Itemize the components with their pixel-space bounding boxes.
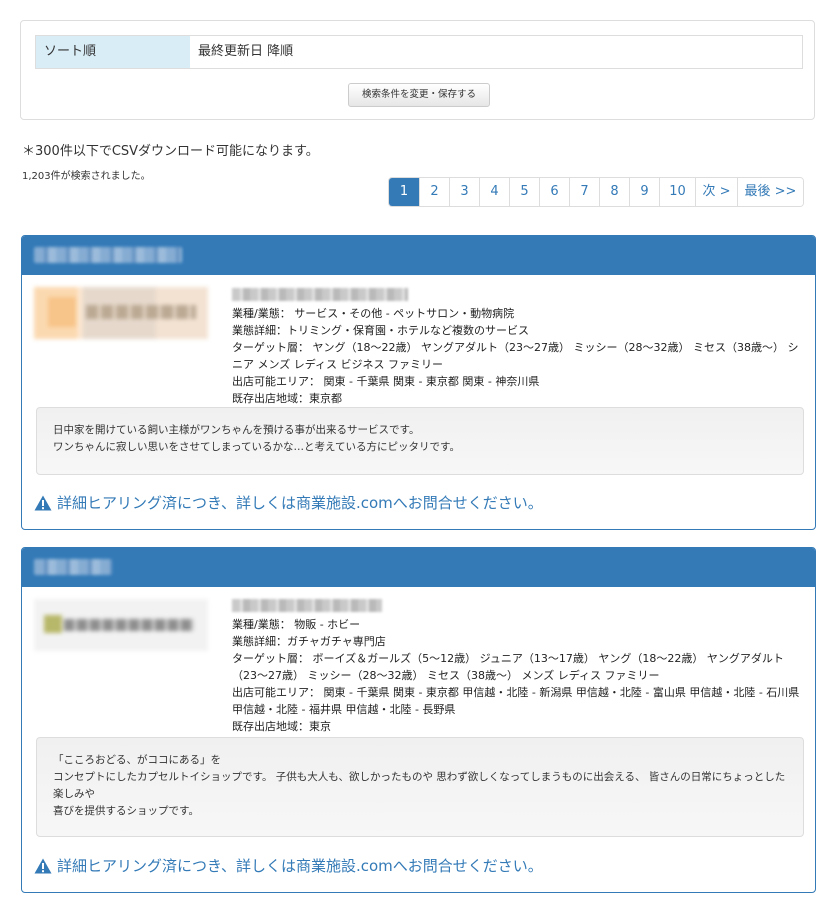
company-name-blurred	[232, 599, 382, 612]
listing-card: 業種/業態： 物販 - ホビー 業態詳細：ガチャガチャ専門店 ターゲット層： ボ…	[21, 547, 816, 893]
listing-card: 業種/業態： サービス・その他 - ペットサロン・動物病院 業態詳細：トリミング…	[21, 235, 816, 530]
company-name-blurred	[232, 288, 408, 301]
listing-title-blurred[interactable]	[34, 247, 182, 263]
target-line: ターゲット層： ヤング（18〜22歳） ヤングアダルト（23〜27歳） ミッシー…	[232, 341, 799, 371]
search-condition-panel: ソート順 最終更新日 降順 検索条件を変更・保存する	[20, 20, 815, 120]
detail-line: 業態詳細：トリミング・保育園・ホテルなど複数のサービス	[232, 324, 529, 337]
listing-header[interactable]	[22, 548, 815, 587]
page-4[interactable]: 4	[479, 178, 509, 206]
page-1[interactable]: 1	[389, 178, 419, 206]
listing-info: 業種/業態： サービス・その他 - ペットサロン・動物病院 業態詳細：トリミング…	[232, 288, 800, 407]
listing-header[interactable]	[22, 236, 815, 275]
page-3[interactable]: 3	[449, 178, 479, 206]
sort-label: ソート順	[36, 36, 190, 68]
result-count: 1,203件が検索されました。	[22, 171, 151, 182]
industry-line: 業種/業態： 物販 - ホビー	[232, 618, 361, 631]
page-last[interactable]: 最後 >>	[737, 178, 803, 206]
change-save-condition-button[interactable]: 検索条件を変更・保存する	[348, 83, 490, 107]
warning-icon	[34, 495, 52, 510]
page-10[interactable]: 10	[659, 178, 695, 206]
description-line: 日中家を開けている飼い主様がワンちゃんを預ける事が出来るサービスです。	[53, 424, 420, 436]
page-6[interactable]: 6	[539, 178, 569, 206]
page-8[interactable]: 8	[599, 178, 629, 206]
industry-line: 業種/業態： サービス・その他 - ペットサロン・動物病院	[232, 307, 515, 320]
page-2[interactable]: 2	[419, 178, 449, 206]
brand-logo	[34, 599, 208, 651]
page-5[interactable]: 5	[509, 178, 539, 206]
description-line: 「こころおどる、がココにある」を	[53, 754, 221, 766]
listing-description: 日中家を開けている飼い主様がワンちゃんを預ける事が出来るサービスです。 ワンちゃ…	[36, 407, 804, 475]
area-line: 出店可能エリア： 関東 - 千葉県 関東 - 東京都 甲信越・北陸 - 新潟県 …	[232, 686, 800, 716]
sort-row: ソート順 最終更新日 降順	[35, 35, 803, 69]
pagination: 1 2 3 4 5 6 7 8 9 10 次 > 最後 >>	[388, 177, 804, 207]
listing-info: 業種/業態： 物販 - ホビー 業態詳細：ガチャガチャ専門店 ターゲット層： ボ…	[232, 599, 800, 735]
page-7[interactable]: 7	[569, 178, 599, 206]
detail-line: 業態詳細：ガチャガチャ専門店	[232, 635, 386, 648]
contact-link[interactable]: 詳細ヒアリング済につき、詳しくは商業施設.comへお問合せください。	[34, 855, 543, 876]
existing-area-line: 既存出店地域：東京	[232, 720, 331, 733]
existing-area-line: 既存出店地域：東京都	[232, 392, 342, 405]
warning-icon	[34, 858, 52, 873]
listing-description: 「こころおどる、がココにある」を コンセプトにしたカプセルトイショップです。 子…	[36, 737, 804, 837]
page-next[interactable]: 次 >	[695, 178, 737, 206]
description-line: 喜びを提供するショップです。	[53, 805, 199, 817]
brand-logo	[34, 287, 208, 339]
sort-value[interactable]: 最終更新日 降順	[190, 36, 802, 68]
description-line: ワンちゃんに寂しい思いをさせてしまっているかな…と考えている方にピッタリです。	[53, 441, 460, 453]
listing-title-blurred[interactable]	[34, 559, 112, 575]
csv-note: ＊300件以下でCSVダウンロード可能になります。	[22, 144, 319, 159]
target-line: ターゲット層： ボーイズ＆ガールズ（5〜12歳） ジュニア（13〜17歳） ヤン…	[232, 652, 784, 682]
area-line: 出店可能エリア： 関東 - 千葉県 関東 - 東京都 関東 - 神奈川県	[232, 375, 540, 388]
page-9[interactable]: 9	[629, 178, 659, 206]
contact-text[interactable]: 詳細ヒアリング済につき、詳しくは商業施設.comへお問合せください。	[57, 855, 543, 876]
contact-link[interactable]: 詳細ヒアリング済につき、詳しくは商業施設.comへお問合せください。	[34, 492, 543, 513]
description-line: コンセプトにしたカプセルトイショップです。 子供も大人も、欲しかったものや 思わ…	[53, 771, 786, 800]
contact-text[interactable]: 詳細ヒアリング済につき、詳しくは商業施設.comへお問合せください。	[57, 492, 543, 513]
